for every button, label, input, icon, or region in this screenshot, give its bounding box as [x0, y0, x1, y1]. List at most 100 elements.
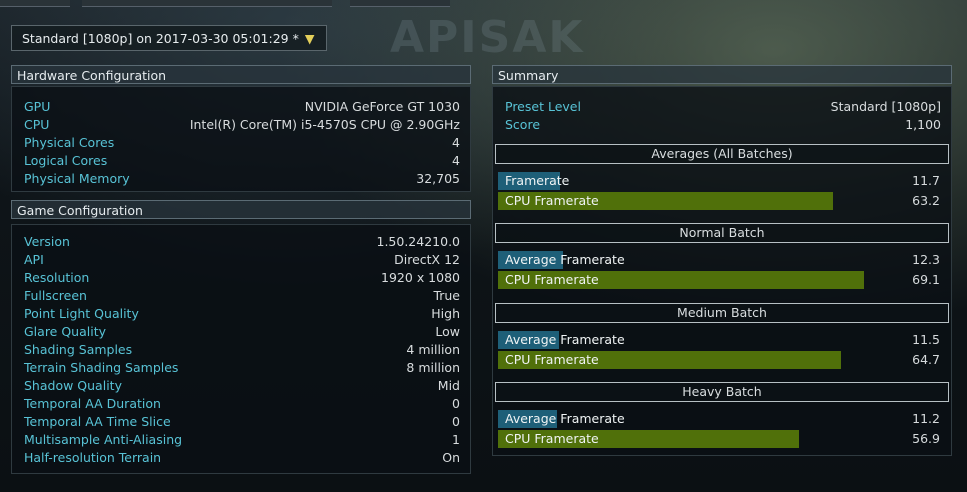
config-key: Resolution — [24, 270, 90, 285]
config-key: GPU — [24, 99, 51, 114]
batch-header-normal-batch: Normal Batch — [495, 223, 949, 243]
preset-dropdown-label: Standard [1080p] on 2017-03-30 05:01:29 … — [22, 31, 299, 46]
bar-label: CPU Framerate — [505, 352, 599, 367]
config-row-shadow-quality: Shadow Quality Mid — [24, 377, 460, 395]
framerate-bar: Average Framerate — [498, 331, 625, 349]
batch-header-averages-all-batches: Averages (All Batches) — [495, 144, 949, 164]
config-value: Standard [1080p] — [830, 99, 941, 114]
framerate-bar: Average Framerate — [498, 410, 625, 428]
config-row-temporal-aa-duration: Temporal AA Duration 0 — [24, 395, 460, 413]
config-row-api: API DirectX 12 — [24, 251, 460, 269]
batch-header-medium-batch: Medium Batch — [495, 303, 949, 323]
bar-value: 64.7 — [912, 352, 940, 367]
config-key: Physical Cores — [24, 135, 115, 150]
bar-value: 11.5 — [912, 332, 940, 347]
batch-header-heavy-batch: Heavy Batch — [495, 382, 949, 402]
config-key: Version — [24, 234, 70, 249]
top-tab[interactable] — [0, 0, 70, 7]
top-tab[interactable] — [350, 0, 450, 7]
bar-value: 11.2 — [912, 411, 940, 426]
hardware-config-panel: GPU NVIDIA GeForce GT 1030 CPU Intel(R) Cor… — [11, 86, 471, 192]
summary-header: Summary — [492, 65, 952, 84]
preset-dropdown[interactable]: Standard [1080p] on 2017-03-30 05:01:29 … — [11, 25, 327, 51]
config-row-preset-level: Preset Level Standard [1080p] — [505, 98, 941, 116]
config-row-version: Version 1.50.24210.0 — [24, 233, 460, 251]
config-row-multisample-anti-aliasing: Multisample Anti-Aliasing 1 — [24, 431, 460, 449]
bar-label: Average Framerate — [505, 332, 625, 347]
bar-label: CPU Framerate — [505, 272, 599, 287]
config-row-glare-quality: Glare Quality Low — [24, 323, 460, 341]
config-value: 8 million — [406, 360, 460, 375]
config-value: 1.50.24210.0 — [376, 234, 461, 249]
cpu-framerate-bar: CPU Framerate — [498, 351, 841, 369]
config-value: 4 — [452, 153, 460, 168]
config-key: Temporal AA Time Slice — [24, 414, 171, 429]
config-value: 32,705 — [416, 171, 460, 186]
bar-value: 12.3 — [912, 252, 940, 267]
hardware-config-header: Hardware Configuration — [11, 65, 471, 84]
config-value: 1,100 — [905, 117, 941, 132]
config-key: Logical Cores — [24, 153, 108, 168]
config-key: Preset Level — [505, 99, 581, 114]
config-value: 0 — [452, 414, 460, 429]
config-key: Fullscreen — [24, 288, 87, 303]
config-key: CPU — [24, 117, 50, 132]
config-value: Low — [435, 324, 460, 339]
config-value: Mid — [437, 378, 460, 393]
bar-value: 63.2 — [912, 193, 940, 208]
config-value: 1920 x 1080 — [381, 270, 460, 285]
bar-value: 11.7 — [912, 173, 940, 188]
cpu-framerate-bar: CPU Framerate — [498, 271, 864, 289]
watermark-logo: APISAK — [390, 12, 585, 63]
bar-label: CPU Framerate — [505, 193, 599, 208]
config-row-logical-cores: Logical Cores 4 — [24, 152, 460, 170]
top-tab[interactable] — [82, 0, 332, 7]
config-key: Physical Memory — [24, 171, 130, 186]
config-value: 1 — [452, 432, 460, 447]
config-key: API — [24, 252, 44, 267]
config-key: Shadow Quality — [24, 378, 122, 393]
config-value: True — [433, 288, 460, 303]
cpu-framerate-bar: CPU Framerate — [498, 192, 833, 210]
config-row-terrain-shading-samples: Terrain Shading Samples 8 million — [24, 359, 460, 377]
bar-value: 56.9 — [912, 431, 940, 446]
config-key: Point Light Quality — [24, 306, 139, 321]
config-row-physical-cores: Physical Cores 4 — [24, 134, 460, 152]
config-row-half-resolution-terrain: Half-resolution Terrain On — [24, 449, 460, 467]
chevron-down-icon: ▼ — [304, 31, 315, 46]
config-key: Shading Samples — [24, 342, 133, 357]
summary-panel: Preset Level Standard [1080p] Score 1,100 A… — [492, 86, 952, 456]
config-row-temporal-aa-time-slice: Temporal AA Time Slice 0 — [24, 413, 460, 431]
bar-label: Framerate — [505, 173, 570, 188]
config-value: 4 million — [406, 342, 460, 357]
config-value: Intel(R) Core(TM) i5-4570S CPU @ 2.90GHz — [189, 117, 460, 132]
config-value: On — [442, 450, 460, 465]
config-row-gpu: GPU NVIDIA GeForce GT 1030 — [24, 98, 460, 116]
config-value: High — [431, 306, 460, 321]
framerate-bar: Framerate — [498, 172, 569, 190]
config-row-fullscreen: Fullscreen True — [24, 287, 460, 305]
config-key: Half-resolution Terrain — [24, 450, 162, 465]
config-key: Temporal AA Duration — [24, 396, 161, 411]
game-config-header: Game Configuration — [11, 200, 471, 219]
config-value: DirectX 12 — [394, 252, 460, 267]
framerate-bar: Average Framerate — [498, 251, 625, 269]
config-row-point-light-quality: Point Light Quality High — [24, 305, 460, 323]
top-tab-strip — [0, 0, 967, 8]
cpu-framerate-bar: CPU Framerate — [498, 430, 799, 448]
config-row-score: Score 1,100 — [505, 116, 941, 134]
bar-label: Average Framerate — [505, 252, 625, 267]
config-key: Multisample Anti-Aliasing — [24, 432, 183, 447]
config-key: Terrain Shading Samples — [24, 360, 179, 375]
config-value: 0 — [452, 396, 460, 411]
config-row-physical-memory: Physical Memory 32,705 — [24, 170, 460, 188]
bar-value: 69.1 — [912, 272, 940, 287]
game-config-panel: Version 1.50.24210.0 API DirectX 12 Resoluti… — [11, 224, 471, 474]
bar-label: CPU Framerate — [505, 431, 599, 446]
config-key: Glare Quality — [24, 324, 107, 339]
config-value: 4 — [452, 135, 460, 150]
config-value: NVIDIA GeForce GT 1030 — [304, 99, 460, 114]
bar-label: Average Framerate — [505, 411, 625, 426]
config-row-cpu: CPU Intel(R) Core(TM) i5-4570S CPU @ 2.90… — [24, 116, 460, 134]
config-key: Score — [505, 117, 541, 132]
